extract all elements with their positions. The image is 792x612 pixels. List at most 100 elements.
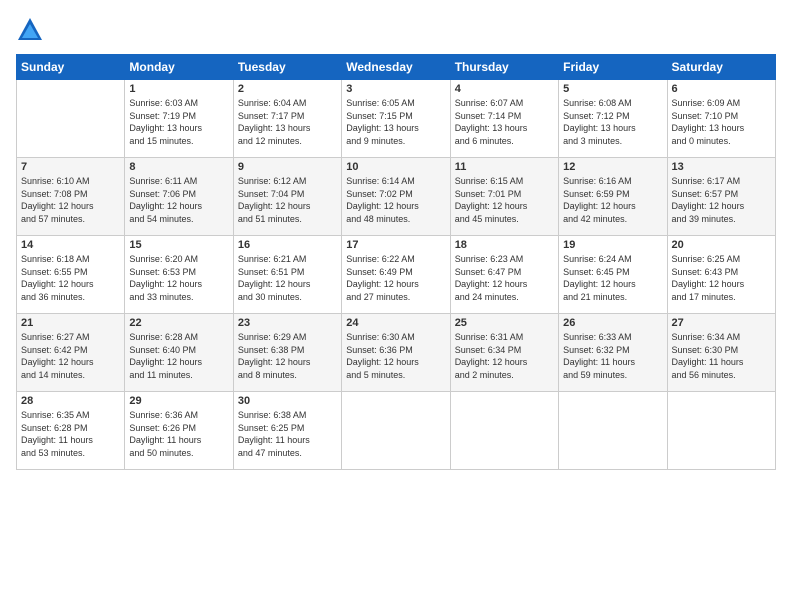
day-info: Sunrise: 6:07 AM Sunset: 7:14 PM Dayligh…: [455, 97, 554, 147]
header-cell-tuesday: Tuesday: [233, 55, 341, 80]
day-cell: 30 Sunrise: 6:38 AM Sunset: 6:25 PM Dayli…: [233, 392, 341, 470]
day-cell: 13 Sunrise: 6:17 AM Sunset: 6:57 PM Dayli…: [667, 158, 775, 236]
day-cell: 24 Sunrise: 6:30 AM Sunset: 6:36 PM Dayli…: [342, 314, 450, 392]
day-cell: 29 Sunrise: 6:36 AM Sunset: 6:26 PM Dayli…: [125, 392, 233, 470]
day-cell: 2Sunrise: 6:04 AM Sunset: 7:17 PM Daylig…: [233, 80, 341, 158]
day-number: 5: [563, 83, 662, 95]
day-cell: 28 Sunrise: 6:35 AM Sunset: 6:28 PM Dayli…: [17, 392, 125, 470]
day-info: Sunrise: 6:22 AM Sunset: 6:49 PM Dayligh…: [346, 253, 445, 303]
day-number: 25: [455, 317, 554, 329]
day-info: Sunrise: 6:17 AM Sunset: 6:57 PM Dayligh…: [672, 175, 771, 225]
day-cell: 26 Sunrise: 6:33 AM Sunset: 6:32 PM Dayli…: [559, 314, 667, 392]
day-number: 11: [455, 161, 554, 173]
day-cell: 25 Sunrise: 6:31 AM Sunset: 6:34 PM Dayli…: [450, 314, 558, 392]
day-info: Sunrise: 6:27 AM Sunset: 6:42 PM Dayligh…: [21, 331, 120, 381]
day-info: Sunrise: 6:03 AM Sunset: 7:19 PM Dayligh…: [129, 97, 228, 147]
day-info: Sunrise: 6:29 AM Sunset: 6:38 PM Dayligh…: [238, 331, 337, 381]
day-cell: [559, 392, 667, 470]
day-cell: 15Sunrise: 6:20 AM Sunset: 6:53 PM Dayli…: [125, 236, 233, 314]
day-cell: 8 Sunrise: 6:11 AM Sunset: 7:06 PM Daylig…: [125, 158, 233, 236]
day-cell: 22 Sunrise: 6:28 AM Sunset: 6:40 PM Dayli…: [125, 314, 233, 392]
day-info: Sunrise: 6:31 AM Sunset: 6:34 PM Dayligh…: [455, 331, 554, 381]
day-cell: [667, 392, 775, 470]
week-row-1: 7Sunrise: 6:10 AM Sunset: 7:08 PM Daylig…: [17, 158, 776, 236]
day-info: Sunrise: 6:33 AM Sunset: 6:32 PM Dayligh…: [563, 331, 662, 381]
day-cell: 12 Sunrise: 6:16 AM Sunset: 6:59 PM Dayli…: [559, 158, 667, 236]
day-number: 28: [21, 395, 120, 407]
day-info: Sunrise: 6:09 AM Sunset: 7:10 PM Dayligh…: [672, 97, 771, 147]
day-info: Sunrise: 6:08 AM Sunset: 7:12 PM Dayligh…: [563, 97, 662, 147]
day-info: Sunrise: 6:36 AM Sunset: 6:26 PM Dayligh…: [129, 409, 228, 459]
header-cell-monday: Monday: [125, 55, 233, 80]
day-info: Sunrise: 6:21 AM Sunset: 6:51 PM Dayligh…: [238, 253, 337, 303]
day-info: Sunrise: 6:05 AM Sunset: 7:15 PM Dayligh…: [346, 97, 445, 147]
header-row: SundayMondayTuesdayWednesdayThursdayFrid…: [17, 55, 776, 80]
day-info: Sunrise: 6:12 AM Sunset: 7:04 PM Dayligh…: [238, 175, 337, 225]
day-number: 12: [563, 161, 662, 173]
day-number: 4: [455, 83, 554, 95]
day-cell: 5 Sunrise: 6:08 AM Sunset: 7:12 PM Daylig…: [559, 80, 667, 158]
calendar-page: SundayMondayTuesdayWednesdayThursdayFrid…: [0, 0, 792, 612]
day-number: 26: [563, 317, 662, 329]
day-number: 18: [455, 239, 554, 251]
day-number: 10: [346, 161, 445, 173]
day-cell: [450, 392, 558, 470]
header: [16, 16, 776, 44]
header-cell-friday: Friday: [559, 55, 667, 80]
day-number: 16: [238, 239, 337, 251]
day-cell: 4 Sunrise: 6:07 AM Sunset: 7:14 PM Daylig…: [450, 80, 558, 158]
day-cell: 9 Sunrise: 6:12 AM Sunset: 7:04 PM Daylig…: [233, 158, 341, 236]
week-row-3: 21Sunrise: 6:27 AM Sunset: 6:42 PM Dayli…: [17, 314, 776, 392]
header-cell-saturday: Saturday: [667, 55, 775, 80]
day-cell: 11 Sunrise: 6:15 AM Sunset: 7:01 PM Dayli…: [450, 158, 558, 236]
day-info: Sunrise: 6:24 AM Sunset: 6:45 PM Dayligh…: [563, 253, 662, 303]
day-number: 29: [129, 395, 228, 407]
day-number: 24: [346, 317, 445, 329]
day-number: 8: [129, 161, 228, 173]
logo-icon: [16, 16, 44, 44]
day-cell: 17 Sunrise: 6:22 AM Sunset: 6:49 PM Dayli…: [342, 236, 450, 314]
day-number: 14: [21, 239, 120, 251]
week-row-0: 1 Sunrise: 6:03 AM Sunset: 7:19 PM Daylig…: [17, 80, 776, 158]
day-info: Sunrise: 6:15 AM Sunset: 7:01 PM Dayligh…: [455, 175, 554, 225]
calendar-header: SundayMondayTuesdayWednesdayThursdayFrid…: [17, 55, 776, 80]
day-cell: 19Sunrise: 6:24 AM Sunset: 6:45 PM Dayli…: [559, 236, 667, 314]
day-cell: 10Sunrise: 6:14 AM Sunset: 7:02 PM Dayli…: [342, 158, 450, 236]
header-cell-sunday: Sunday: [17, 55, 125, 80]
calendar-table: SundayMondayTuesdayWednesdayThursdayFrid…: [16, 54, 776, 470]
day-info: Sunrise: 6:16 AM Sunset: 6:59 PM Dayligh…: [563, 175, 662, 225]
day-cell: 20 Sunrise: 6:25 AM Sunset: 6:43 PM Dayli…: [667, 236, 775, 314]
day-number: 27: [672, 317, 771, 329]
day-number: 20: [672, 239, 771, 251]
day-info: Sunrise: 6:11 AM Sunset: 7:06 PM Dayligh…: [129, 175, 228, 225]
day-number: 1: [129, 83, 228, 95]
day-number: 23: [238, 317, 337, 329]
header-cell-thursday: Thursday: [450, 55, 558, 80]
day-number: 15: [129, 239, 228, 251]
day-number: 17: [346, 239, 445, 251]
header-cell-wednesday: Wednesday: [342, 55, 450, 80]
day-number: 13: [672, 161, 771, 173]
day-info: Sunrise: 6:23 AM Sunset: 6:47 PM Dayligh…: [455, 253, 554, 303]
week-row-2: 14Sunrise: 6:18 AM Sunset: 6:55 PM Dayli…: [17, 236, 776, 314]
day-number: 7: [21, 161, 120, 173]
day-info: Sunrise: 6:35 AM Sunset: 6:28 PM Dayligh…: [21, 409, 120, 459]
logo: [16, 16, 48, 44]
day-cell: 6 Sunrise: 6:09 AM Sunset: 7:10 PM Daylig…: [667, 80, 775, 158]
day-cell: 1 Sunrise: 6:03 AM Sunset: 7:19 PM Daylig…: [125, 80, 233, 158]
day-info: Sunrise: 6:25 AM Sunset: 6:43 PM Dayligh…: [672, 253, 771, 303]
day-info: Sunrise: 6:28 AM Sunset: 6:40 PM Dayligh…: [129, 331, 228, 381]
day-number: 6: [672, 83, 771, 95]
day-cell: 14Sunrise: 6:18 AM Sunset: 6:55 PM Dayli…: [17, 236, 125, 314]
day-cell: [342, 392, 450, 470]
day-cell: 7Sunrise: 6:10 AM Sunset: 7:08 PM Daylig…: [17, 158, 125, 236]
day-number: 9: [238, 161, 337, 173]
calendar-body: 1 Sunrise: 6:03 AM Sunset: 7:19 PM Daylig…: [17, 80, 776, 470]
day-cell: 23 Sunrise: 6:29 AM Sunset: 6:38 PM Dayli…: [233, 314, 341, 392]
day-cell: 21Sunrise: 6:27 AM Sunset: 6:42 PM Dayli…: [17, 314, 125, 392]
day-number: 22: [129, 317, 228, 329]
day-info: Sunrise: 6:38 AM Sunset: 6:25 PM Dayligh…: [238, 409, 337, 459]
day-info: Sunrise: 6:04 AM Sunset: 7:17 PM Dayligh…: [238, 97, 337, 147]
day-info: Sunrise: 6:30 AM Sunset: 6:36 PM Dayligh…: [346, 331, 445, 381]
day-number: 30: [238, 395, 337, 407]
